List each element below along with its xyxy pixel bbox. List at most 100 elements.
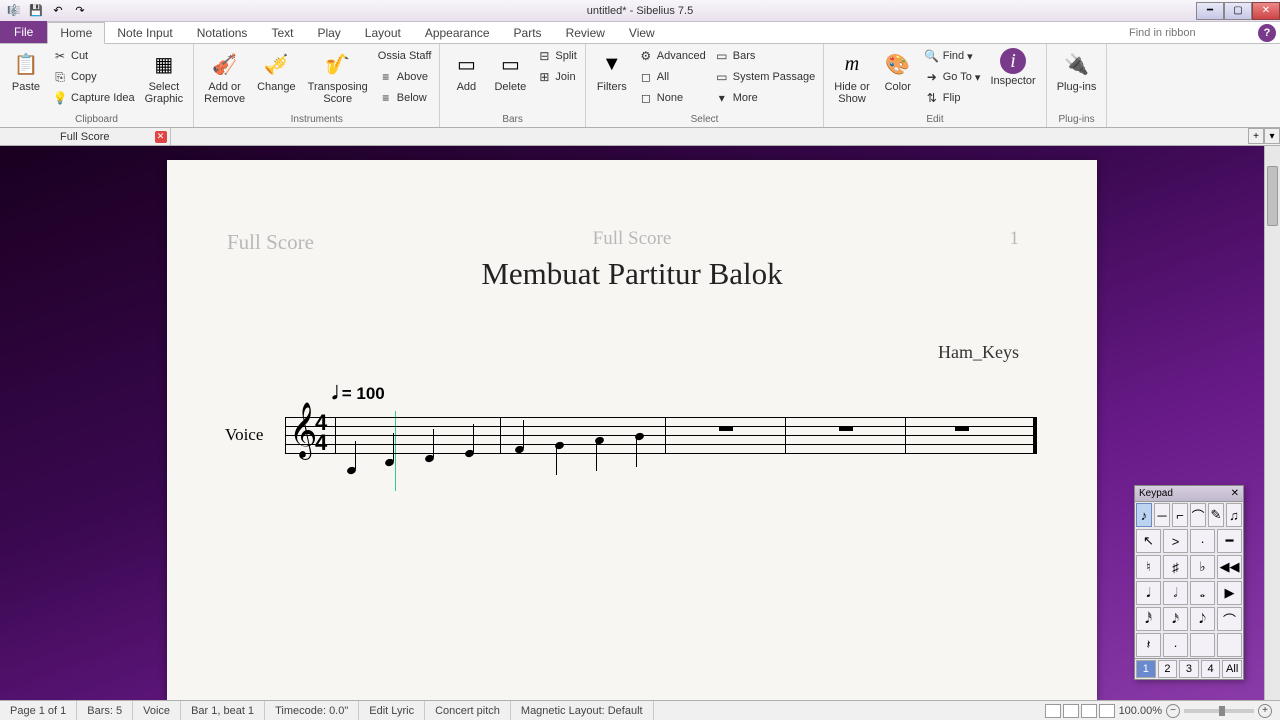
- close-button[interactable]: ✕: [1252, 2, 1280, 20]
- save-icon[interactable]: 💾: [26, 2, 46, 20]
- add-bar-button[interactable]: ▭Add: [446, 46, 486, 112]
- keypad-rest[interactable]: 𝄽: [1136, 633, 1161, 657]
- none-button[interactable]: ◻None: [636, 88, 708, 108]
- below-button[interactable]: ≡Below: [376, 88, 434, 108]
- inspector-button[interactable]: iInspector: [986, 46, 1039, 112]
- status-bars[interactable]: Bars: 5: [77, 701, 133, 720]
- status-position[interactable]: Bar 1, beat 1: [181, 701, 265, 720]
- voice-1-button[interactable]: 1: [1136, 660, 1156, 678]
- tab-play[interactable]: Play: [305, 23, 352, 43]
- flip-button[interactable]: ⇅Flip: [922, 88, 983, 108]
- status-concert-pitch[interactable]: Concert pitch: [425, 701, 511, 720]
- transposing-button[interactable]: 🎷Transposing Score: [304, 46, 372, 112]
- keypad-close-icon[interactable]: ✕: [1231, 488, 1239, 499]
- tab-review[interactable]: Review: [554, 23, 617, 43]
- tab-text[interactable]: Text: [259, 23, 305, 43]
- find-button[interactable]: 🔍Find ▾: [922, 46, 983, 66]
- add-remove-button[interactable]: 🎻Add or Remove: [200, 46, 249, 112]
- keypad-dot[interactable]: ·: [1163, 633, 1188, 657]
- bars-select-button[interactable]: ▭Bars: [712, 46, 818, 66]
- keypad-32nd[interactable]: 𝅘𝅥𝅰: [1136, 607, 1161, 631]
- cut-button[interactable]: ✂Cut: [50, 46, 137, 66]
- keypad-rewind[interactable]: ◀◀: [1217, 555, 1242, 579]
- zoom-slider[interactable]: [1184, 709, 1254, 713]
- keypad-16th[interactable]: 𝅘𝅥𝅯: [1163, 607, 1188, 631]
- voice-all-button[interactable]: All: [1222, 660, 1242, 678]
- select-graphic-button[interactable]: ▦ Select Graphic: [141, 46, 188, 112]
- minimize-button[interactable]: ━: [1196, 2, 1224, 20]
- tab-menu-button[interactable]: ▾: [1264, 128, 1280, 144]
- keypad-empty[interactable]: [1190, 633, 1215, 657]
- view-icon-4[interactable]: [1099, 704, 1115, 718]
- composer-text[interactable]: Ham_Keys: [167, 342, 1019, 363]
- keypad-panel[interactable]: Keypad✕ ♪ ─ ⌐ ⌒ ✎ ♫ ↖ > · ━ ♮ ♯ ♭ ◀◀ 𝅘𝅥 …: [1134, 485, 1244, 680]
- keypad-forward[interactable]: ▶: [1217, 581, 1242, 605]
- system-passage-button[interactable]: ▭System Passage: [712, 67, 818, 87]
- delete-bar-button[interactable]: ▭Delete: [490, 46, 530, 112]
- redo-icon[interactable]: ↷: [70, 2, 90, 20]
- split-button[interactable]: ⊟Split: [534, 46, 578, 66]
- tab-note-input[interactable]: Note Input: [105, 23, 184, 43]
- more-button[interactable]: ▾More: [712, 88, 818, 108]
- keypad-tie[interactable]: ⌒: [1217, 607, 1242, 631]
- ribbon-search-input[interactable]: [1122, 24, 1252, 42]
- time-signature[interactable]: 44: [315, 413, 327, 453]
- keypad-natural[interactable]: ♮: [1136, 555, 1161, 579]
- keypad-8th[interactable]: 𝅘𝅥𝅮: [1190, 607, 1215, 631]
- keypad-layout-1[interactable]: ♪: [1136, 503, 1152, 527]
- status-edit-lyric[interactable]: Edit Lyric: [359, 701, 425, 720]
- advanced-button[interactable]: ⚙Advanced: [636, 46, 708, 66]
- keypad-flat[interactable]: ♭: [1190, 555, 1215, 579]
- status-instrument[interactable]: Voice: [133, 701, 181, 720]
- hide-show-button[interactable]: mHide or Show: [830, 46, 873, 112]
- tab-layout[interactable]: Layout: [353, 23, 413, 43]
- keypad-quarter[interactable]: 𝅘𝅥: [1136, 581, 1161, 605]
- help-icon[interactable]: ?: [1258, 24, 1276, 42]
- capture-idea-button[interactable]: 💡Capture Idea: [50, 88, 137, 108]
- status-timecode[interactable]: Timecode: 0.0": [265, 701, 359, 720]
- tempo-mark[interactable]: 𝅘𝅥= 100: [332, 383, 385, 404]
- view-icon-1[interactable]: [1045, 704, 1061, 718]
- zoom-value[interactable]: 100.00%: [1119, 705, 1162, 717]
- tab-parts[interactable]: Parts: [502, 23, 554, 43]
- whole-rest[interactable]: [719, 426, 733, 431]
- keypad-layout-2[interactable]: ─: [1154, 503, 1170, 527]
- keypad-empty2[interactable]: [1217, 633, 1242, 657]
- voice-4-button[interactable]: 4: [1201, 660, 1221, 678]
- whole-rest[interactable]: [955, 426, 969, 431]
- new-tab-button[interactable]: +: [1248, 128, 1264, 144]
- keypad-titlebar[interactable]: Keypad✕: [1135, 486, 1243, 502]
- keypad-tenuto[interactable]: ━: [1217, 529, 1242, 553]
- keypad-staccato[interactable]: ·: [1190, 529, 1215, 553]
- copy-button[interactable]: ⎘Copy: [50, 67, 137, 87]
- whole-rest[interactable]: [839, 426, 853, 431]
- keypad-layout-6[interactable]: ♫: [1226, 503, 1242, 527]
- zoom-out-button[interactable]: −: [1166, 704, 1180, 718]
- undo-icon[interactable]: ↶: [48, 2, 68, 20]
- keypad-half[interactable]: 𝅗𝅥: [1163, 581, 1188, 605]
- tab-notations[interactable]: Notations: [185, 23, 260, 43]
- view-icon-2[interactable]: [1063, 704, 1079, 718]
- join-button[interactable]: ⊞Join: [534, 67, 578, 87]
- view-icon-3[interactable]: [1081, 704, 1097, 718]
- keypad-layout-3[interactable]: ⌐: [1172, 503, 1188, 527]
- scrollbar-thumb[interactable]: [1267, 166, 1278, 226]
- tab-home[interactable]: Home: [47, 22, 105, 44]
- change-button[interactable]: 🎺Change: [253, 46, 300, 112]
- doc-tab-full-score[interactable]: Full Score ✕: [0, 128, 171, 145]
- filters-button[interactable]: ▼Filters: [592, 46, 632, 112]
- voice-2-button[interactable]: 2: [1158, 660, 1178, 678]
- zoom-in-button[interactable]: +: [1258, 704, 1272, 718]
- app-icon[interactable]: 🎼: [4, 2, 24, 20]
- keypad-layout-4[interactable]: ⌒: [1190, 503, 1206, 527]
- tab-view[interactable]: View: [617, 23, 667, 43]
- keypad-layout-5[interactable]: ✎: [1208, 503, 1224, 527]
- goto-button[interactable]: ➜Go To ▾: [922, 67, 983, 87]
- above-button[interactable]: ≡Above: [376, 67, 434, 87]
- tab-appearance[interactable]: Appearance: [413, 23, 502, 43]
- status-magnetic-layout[interactable]: Magnetic Layout: Default: [511, 701, 654, 720]
- status-page[interactable]: Page 1 of 1: [0, 701, 77, 720]
- keypad-whole[interactable]: 𝅝: [1190, 581, 1215, 605]
- file-tab[interactable]: File: [0, 21, 47, 43]
- maximize-button[interactable]: ▢: [1224, 2, 1252, 20]
